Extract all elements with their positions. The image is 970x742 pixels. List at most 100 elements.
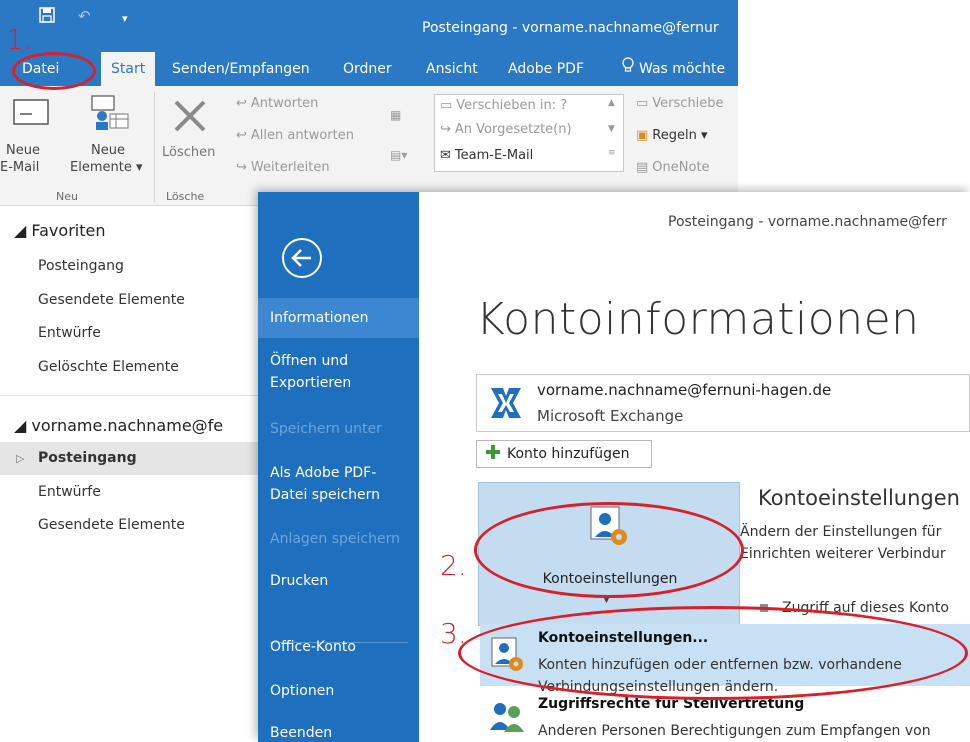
delete-label: Löschen xyxy=(162,145,216,160)
reply-icon: ↩ xyxy=(236,96,247,111)
tab-adobe-pdf[interactable]: Adobe PDF xyxy=(508,52,584,86)
tab-ansicht[interactable]: Ansicht xyxy=(426,52,478,86)
new-email-icon[interactable] xyxy=(10,96,54,132)
reply-button[interactable]: ↩ Antworten xyxy=(236,96,318,111)
tab-start[interactable]: Start xyxy=(101,52,156,86)
reply-all-label: Allen antworten xyxy=(250,128,354,143)
forward-button[interactable]: ↪ Weiterleiten xyxy=(236,160,330,175)
nav-open-export-line-1: Öffnen und xyxy=(270,353,349,369)
tab-ordner[interactable]: Ordner xyxy=(343,52,392,86)
to-manager-label: An Vorgesetzte(n) xyxy=(454,122,572,137)
reply-all-icon: ↩ xyxy=(236,128,247,143)
nav-informationen[interactable]: Informationen xyxy=(258,298,419,338)
new-items-label-2: Elemente ▾ xyxy=(70,160,143,175)
nav-options[interactable]: Optionen xyxy=(258,680,419,702)
new-items-icon[interactable] xyxy=(88,92,132,132)
quick-step-to-manager[interactable]: ↪ An Vorgesetzte(n) xyxy=(440,122,572,137)
annotation-ellipse-account-settings-menu xyxy=(458,606,968,700)
rules-button[interactable]: ▣ Regeln ▾ xyxy=(636,128,708,143)
nav-save-as[interactable]: Speichern unter xyxy=(258,418,419,440)
annotation-step-3: 3. xyxy=(440,617,467,650)
folder-inbox-selected[interactable]: ▷ Posteingang xyxy=(0,442,262,475)
reply-label: Antworten xyxy=(250,96,319,111)
tell-me-text: Was möchte xyxy=(639,61,726,77)
gallery-expand[interactable]: ≡ xyxy=(608,148,616,158)
nav-save-adobe-pdf[interactable]: Als Adobe PDF- Datei speichern xyxy=(258,462,419,506)
team-email-label: Team-E-Mail xyxy=(454,148,534,163)
add-account-label: Konto hinzufügen xyxy=(507,446,630,462)
nav-save-pdf-line-2: Datei speichern xyxy=(270,487,381,503)
nav-save-pdf-line-1: Als Adobe PDF- xyxy=(270,465,377,481)
save-icon[interactable] xyxy=(38,6,56,29)
folder-pane: ◢ Favoriten Posteingang Gesendete Elemen… xyxy=(0,208,262,552)
undo-icon[interactable]: ↶ xyxy=(78,6,91,26)
account-type: Microsoft Exchange xyxy=(537,407,684,425)
ribbon-group-separator xyxy=(154,92,155,202)
exchange-icon xyxy=(487,384,525,426)
ribbon: Neue E-Mail Neue Elemente ▾ Neu Löschen … xyxy=(0,86,738,206)
forward-label: Weiterleiten xyxy=(250,160,330,175)
annotation-step-1: 1. xyxy=(6,23,33,56)
account-email: vorname.nachname@fernuni-hagen.de xyxy=(537,381,832,399)
nav-office-account[interactable]: Office-Konto xyxy=(258,636,419,658)
onenote-icon: ▤ xyxy=(636,160,649,175)
nav-save-attachments[interactable]: Anlagen speichern xyxy=(258,528,419,550)
gallery-scroll-up[interactable]: ▲ xyxy=(608,98,615,108)
new-items-label-1: Neue xyxy=(91,143,125,158)
back-arrow-icon xyxy=(291,249,311,267)
expand-arrow-icon[interactable]: ▷ xyxy=(16,442,24,475)
new-email-label-2: E-Mail xyxy=(0,160,40,175)
onenote-label: OneNote xyxy=(652,160,710,175)
ribbon-tab-bar: Datei Start Senden/Empfangen Ordner Ansi… xyxy=(0,52,738,86)
annotation-step-2: 2. xyxy=(440,549,467,582)
folder-pane-divider xyxy=(0,395,262,396)
back-button[interactable] xyxy=(282,238,322,278)
reply-all-button[interactable]: ↩ Allen antworten xyxy=(236,128,354,143)
group-label-loeschen: Lösche xyxy=(166,190,205,203)
rules-label: Regeln ▾ xyxy=(652,128,708,143)
annotation-ellipse-account-settings-button xyxy=(474,502,744,598)
account-selector[interactable]: vorname.nachname@fernuni-hagen.de Micros… xyxy=(476,374,970,432)
quick-step-team-email[interactable]: ✉ Team-E-Mail xyxy=(440,148,533,163)
account-settings-desc-line-1: Ändern der Einstellungen für xyxy=(740,524,942,540)
tell-me-search[interactable]: Was möchte xyxy=(622,52,725,86)
tab-senden-empfangen[interactable]: Senden/Empfangen xyxy=(172,52,310,86)
add-account-button[interactable]: Konto hinzufügen xyxy=(476,440,652,468)
account-header[interactable]: ◢ vorname.nachname@fe xyxy=(0,409,262,442)
folder-favorite-deleted[interactable]: Gelöschte Elemente xyxy=(0,351,262,384)
folder-favorite-inbox[interactable]: Posteingang xyxy=(0,250,262,283)
nav-exit[interactable]: Beenden xyxy=(258,722,419,742)
account-settings-heading: Kontoeinstellungen xyxy=(758,486,960,510)
onenote-button[interactable]: ▤ OneNote xyxy=(636,160,710,175)
plus-icon xyxy=(485,444,501,464)
forward-icon: ↪ xyxy=(236,160,247,175)
nav-print[interactable]: Drucken xyxy=(258,570,419,592)
delegate-people-icon xyxy=(488,700,526,738)
meeting-icon[interactable]: ▦ xyxy=(390,108,401,122)
window-title: Posteingang - vorname.nachname@fernur xyxy=(422,20,719,36)
delete-icon[interactable] xyxy=(168,96,212,136)
move-folder-icon: ▭ xyxy=(440,98,453,113)
gallery-scroll-down[interactable]: ▼ xyxy=(608,124,615,134)
account-settings-desc-line-2: Einrichten weiterer Verbindur xyxy=(740,546,946,562)
page-title: Kontoinformationen xyxy=(476,294,920,345)
folder-favorite-sent[interactable]: Gesendete Elemente xyxy=(0,284,262,317)
folder-drafts[interactable]: Entwürfe xyxy=(0,476,262,509)
menu-item-delegate-desc: Anderen Personen Berechtigungen zum Empf… xyxy=(538,723,931,739)
qat-customize-icon[interactable]: ▾ xyxy=(122,9,128,29)
favorites-header[interactable]: ◢ Favoriten xyxy=(0,214,262,247)
new-email-label-1: Neue xyxy=(6,143,40,158)
quick-step-move-to[interactable]: ▭ Verschieben in: ? xyxy=(440,98,567,113)
group-label-neu: Neu xyxy=(56,190,78,203)
folder-sent[interactable]: Gesendete Elemente xyxy=(0,509,262,542)
nav-open-export-line-2: Exportieren xyxy=(270,375,352,391)
annotation-ellipse-datei xyxy=(12,52,96,90)
move-button[interactable]: ▭ Verschiebe xyxy=(636,96,724,111)
nav-open-export[interactable]: Öffnen und Exportieren xyxy=(258,350,419,394)
move-label: Verschiebe xyxy=(652,96,724,111)
email-icon: ✉ xyxy=(440,148,451,163)
folder-favorite-drafts[interactable]: Entwürfe xyxy=(0,317,262,350)
more-respond-icon[interactable]: ▤▾ xyxy=(390,148,407,162)
folder-inbox-label: Posteingang xyxy=(38,450,137,466)
move-to-label: Verschieben in: ? xyxy=(456,98,568,113)
